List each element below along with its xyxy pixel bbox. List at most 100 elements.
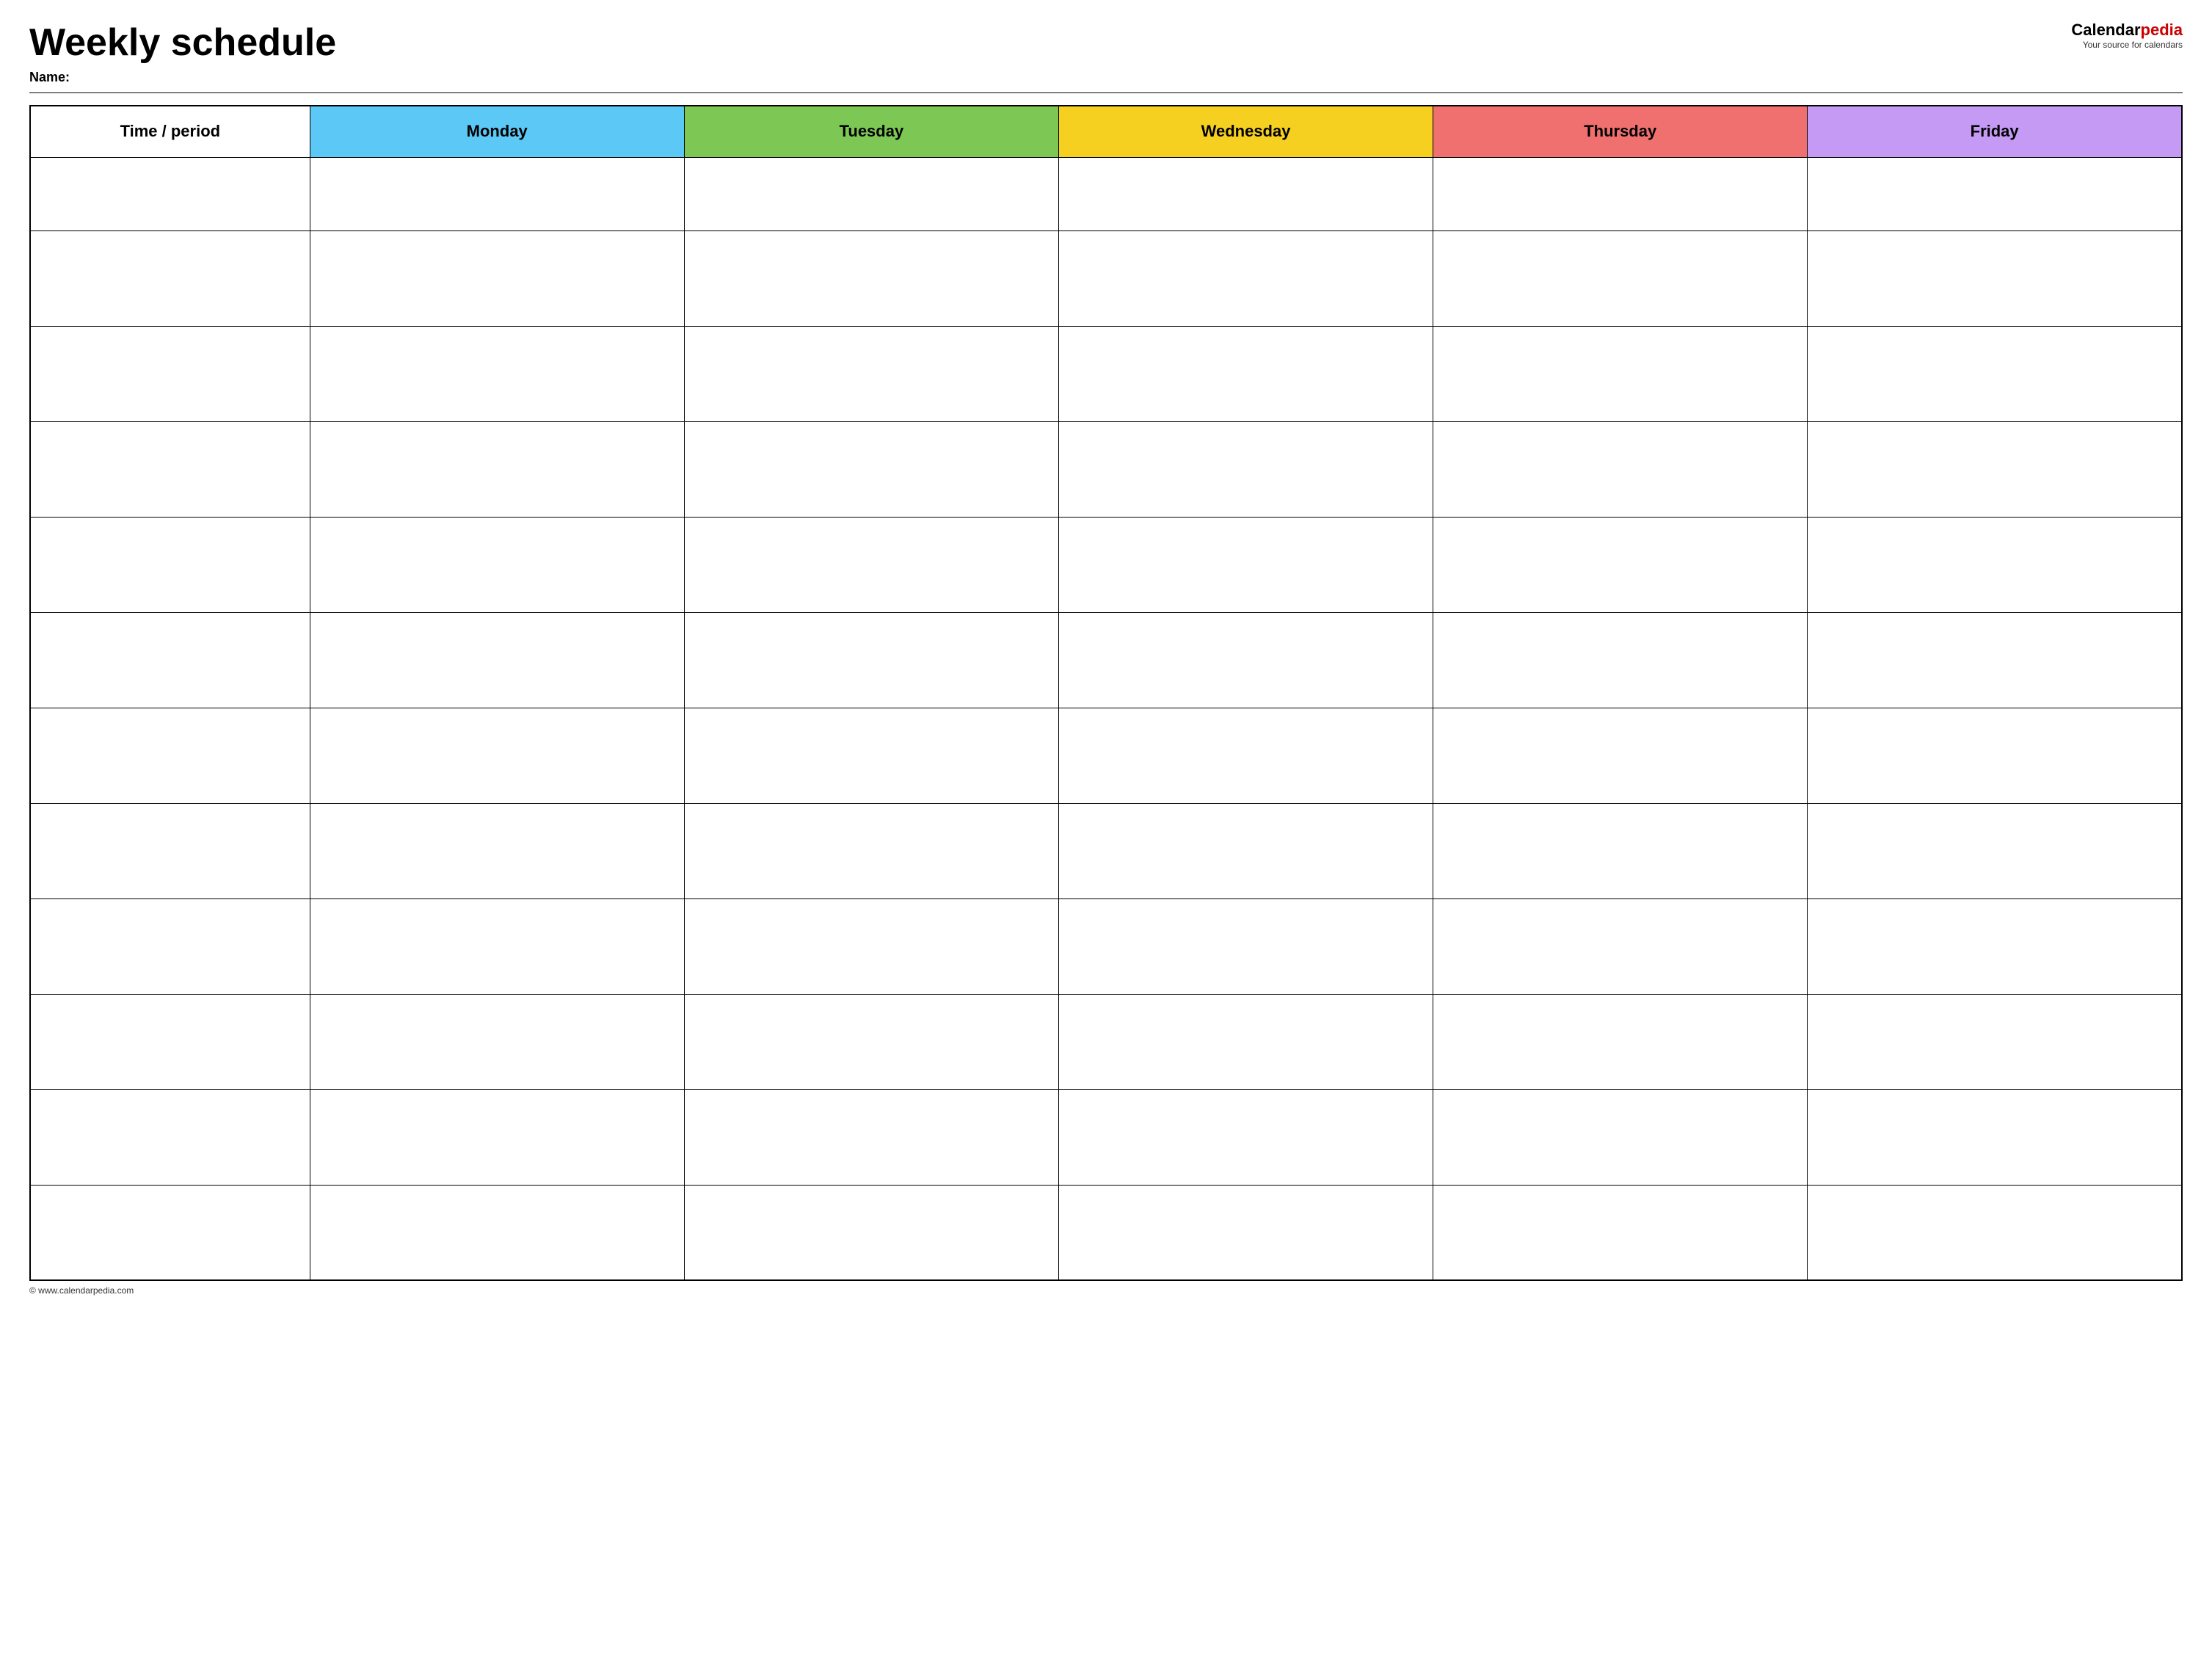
- schedule-cell[interactable]: [1808, 1185, 2182, 1280]
- schedule-cell[interactable]: [1433, 898, 1808, 994]
- table-row: [30, 994, 2182, 1089]
- schedule-cell[interactable]: [1433, 612, 1808, 708]
- table-row: [30, 1089, 2182, 1185]
- schedule-cell[interactable]: [310, 898, 684, 994]
- schedule-cell[interactable]: [310, 803, 684, 898]
- schedule-cell[interactable]: [1808, 230, 2182, 326]
- schedule-cell[interactable]: [684, 708, 1058, 803]
- table-row: [30, 898, 2182, 994]
- schedule-cell[interactable]: [1808, 1089, 2182, 1185]
- logo-tagline: Your source for calendars: [2083, 40, 2183, 50]
- schedule-cell[interactable]: [1433, 1185, 1808, 1280]
- schedule-cell[interactable]: [310, 708, 684, 803]
- table-header-row: Time / period Monday Tuesday Wednesday T…: [30, 106, 2182, 157]
- time-cell: [30, 803, 310, 898]
- table-row: [30, 1185, 2182, 1280]
- schedule-cell[interactable]: [1058, 1185, 1433, 1280]
- table-row: [30, 612, 2182, 708]
- schedule-cell[interactable]: [1433, 803, 1808, 898]
- schedule-cell[interactable]: [310, 326, 684, 421]
- schedule-cell[interactable]: [310, 517, 684, 612]
- schedule-cell[interactable]: [684, 612, 1058, 708]
- time-cell: [30, 1089, 310, 1185]
- schedule-cell[interactable]: [684, 1089, 1058, 1185]
- schedule-cell[interactable]: [1058, 1089, 1433, 1185]
- schedule-cell[interactable]: [310, 994, 684, 1089]
- schedule-cell[interactable]: [1808, 994, 2182, 1089]
- schedule-cell[interactable]: [1433, 517, 1808, 612]
- time-cell: [30, 708, 310, 803]
- schedule-cell[interactable]: [1433, 326, 1808, 421]
- schedule-cell[interactable]: [1058, 421, 1433, 517]
- schedule-cell[interactable]: [1433, 1089, 1808, 1185]
- schedule-cell[interactable]: [1808, 157, 2182, 230]
- time-cell: [30, 326, 310, 421]
- schedule-cell[interactable]: [1058, 326, 1433, 421]
- schedule-cell[interactable]: [684, 157, 1058, 230]
- schedule-cell[interactable]: [1058, 517, 1433, 612]
- schedule-cell[interactable]: [1433, 421, 1808, 517]
- schedule-cell[interactable]: [1058, 708, 1433, 803]
- schedule-cell[interactable]: [310, 421, 684, 517]
- schedule-cell[interactable]: [1058, 230, 1433, 326]
- schedule-cell[interactable]: [684, 230, 1058, 326]
- logo-text: Calendarpedia: [2071, 22, 2183, 38]
- col-header-time: Time / period: [30, 106, 310, 157]
- schedule-cell[interactable]: [684, 326, 1058, 421]
- schedule-cell[interactable]: [310, 612, 684, 708]
- schedule-cell[interactable]: [684, 994, 1058, 1089]
- schedule-cell[interactable]: [684, 1185, 1058, 1280]
- table-row: [30, 326, 2182, 421]
- time-cell: [30, 421, 310, 517]
- logo-calendar: Calendar: [2071, 21, 2140, 39]
- col-header-tuesday: Tuesday: [684, 106, 1058, 157]
- col-header-monday: Monday: [310, 106, 684, 157]
- col-header-friday: Friday: [1808, 106, 2182, 157]
- schedule-cell[interactable]: [1058, 898, 1433, 994]
- schedule-cell[interactable]: [1808, 898, 2182, 994]
- schedule-cell[interactable]: [1058, 157, 1433, 230]
- schedule-cell[interactable]: [684, 517, 1058, 612]
- schedule-table: Time / period Monday Tuesday Wednesday T…: [29, 105, 2183, 1281]
- schedule-cell[interactable]: [684, 421, 1058, 517]
- table-row: [30, 230, 2182, 326]
- time-cell: [30, 517, 310, 612]
- table-row: [30, 803, 2182, 898]
- time-cell: [30, 157, 310, 230]
- schedule-cell[interactable]: [310, 1185, 684, 1280]
- header: Weekly schedule Name: Calendarpedia Your…: [29, 22, 2183, 85]
- table-row: [30, 421, 2182, 517]
- schedule-cell[interactable]: [1808, 612, 2182, 708]
- schedule-cell[interactable]: [684, 898, 1058, 994]
- time-cell: [30, 230, 310, 326]
- schedule-cell[interactable]: [310, 1089, 684, 1185]
- name-label: Name:: [29, 70, 2036, 85]
- schedule-cell[interactable]: [1808, 421, 2182, 517]
- table-row: [30, 708, 2182, 803]
- table-row: [30, 157, 2182, 230]
- table-row: [30, 517, 2182, 612]
- schedule-cell[interactable]: [1433, 994, 1808, 1089]
- schedule-cell[interactable]: [1808, 708, 2182, 803]
- time-cell: [30, 994, 310, 1089]
- schedule-cell[interactable]: [1808, 326, 2182, 421]
- schedule-cell[interactable]: [1058, 803, 1433, 898]
- schedule-cell[interactable]: [1808, 803, 2182, 898]
- logo-area: Calendarpedia Your source for calendars: [2036, 22, 2183, 50]
- schedule-cell[interactable]: [1433, 230, 1808, 326]
- schedule-body: [30, 157, 2182, 1280]
- logo-pedia: pedia: [2141, 21, 2183, 39]
- schedule-cell[interactable]: [310, 157, 684, 230]
- schedule-cell[interactable]: [310, 230, 684, 326]
- footer-url: © www.calendarpedia.com: [29, 1285, 134, 1296]
- schedule-cell[interactable]: [1058, 994, 1433, 1089]
- time-cell: [30, 898, 310, 994]
- schedule-cell[interactable]: [1433, 157, 1808, 230]
- col-header-thursday: Thursday: [1433, 106, 1808, 157]
- page-title: Weekly schedule: [29, 22, 2036, 64]
- schedule-cell[interactable]: [684, 803, 1058, 898]
- schedule-cell[interactable]: [1808, 517, 2182, 612]
- title-area: Weekly schedule Name:: [29, 22, 2036, 85]
- schedule-cell[interactable]: [1433, 708, 1808, 803]
- schedule-cell[interactable]: [1058, 612, 1433, 708]
